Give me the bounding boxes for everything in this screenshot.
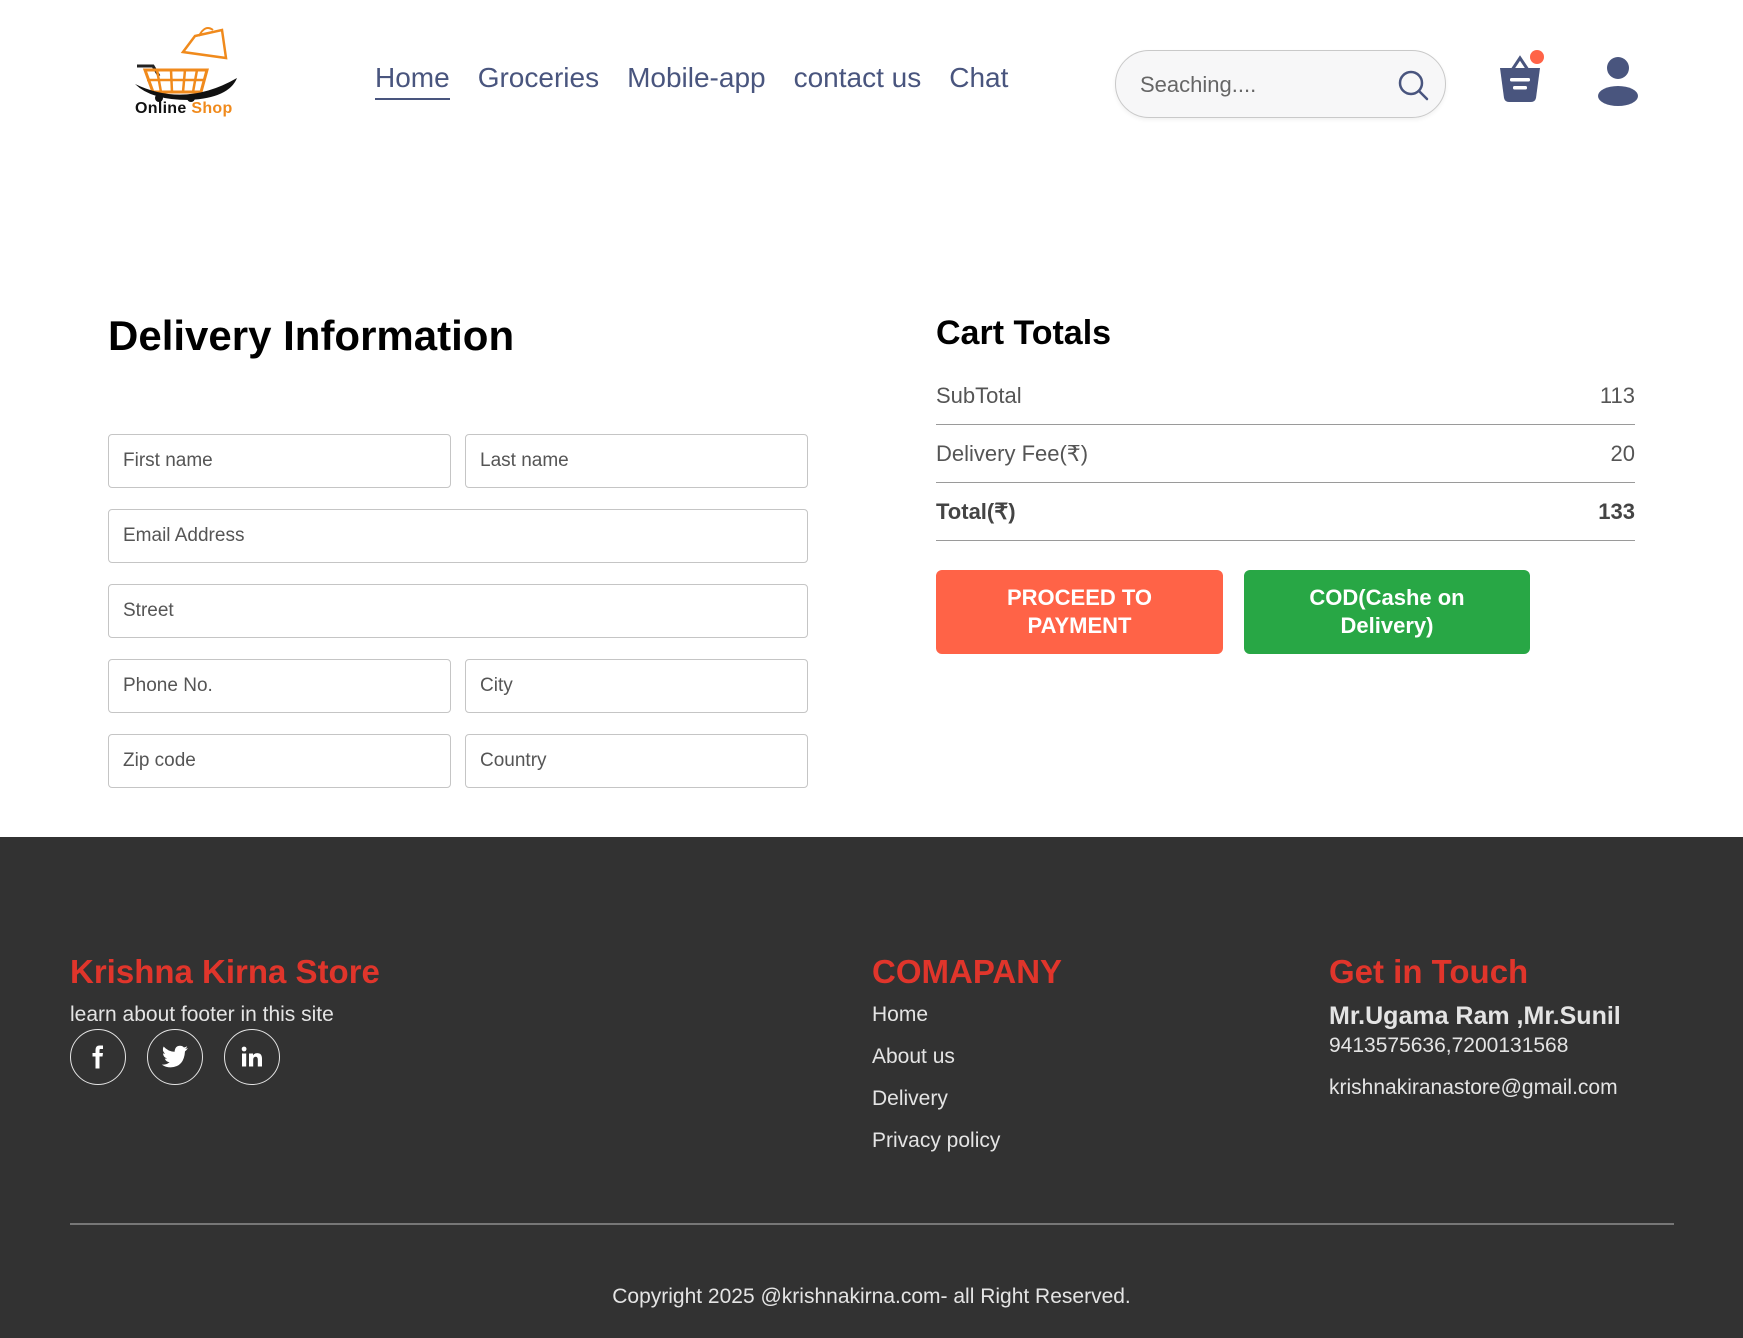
total-row: Total(₹) 133 [936, 492, 1635, 532]
search-input[interactable] [1140, 69, 1380, 101]
contact-title: Get in Touch [1329, 953, 1529, 990]
country-field [465, 734, 808, 788]
subtotal-row: SubTotal 113 [936, 376, 1635, 416]
logo-word-shop: Shop [191, 100, 233, 117]
subtotal-value: 113 [1599, 383, 1635, 408]
copyright-text: Copyright 2025 @krishnakirna.com- all Ri… [612, 1285, 1131, 1308]
store-title: Krishna Kirna Store [70, 953, 380, 990]
first-name-field [108, 434, 451, 488]
cart-divider [936, 540, 1635, 541]
last-name-field [465, 434, 808, 488]
linkedin-icon [241, 1046, 262, 1067]
cart-divider [936, 482, 1635, 483]
first-name-input[interactable] [109, 435, 450, 487]
header: Online Shop Home Groceries Mobile-app co… [0, 0, 1743, 170]
main-nav: Home Groceries Mobile-app contact us Cha… [375, 62, 1008, 100]
company-title: COMAPANY [872, 953, 1063, 990]
email-input[interactable] [109, 510, 807, 562]
twitter-button[interactable] [147, 1029, 203, 1085]
total-label: Total(₹) [936, 499, 1016, 524]
total-value: 133 [1598, 499, 1635, 524]
city-input[interactable] [466, 660, 807, 712]
cart-divider [936, 424, 1635, 425]
footer-divider [70, 1223, 1674, 1225]
twitter-icon [161, 1045, 188, 1068]
footer-link-delivery[interactable]: Delivery [872, 1087, 948, 1111]
footer-link-privacy-policy[interactable]: Privacy policy [872, 1129, 1000, 1153]
delivery-title: Delivery Information [108, 312, 515, 359]
facebook-button[interactable] [70, 1029, 126, 1085]
delivery-fee-value: 20 [1610, 441, 1635, 466]
footer-link-about-us[interactable]: About us [872, 1045, 955, 1069]
footer-link-home[interactable]: Home [872, 1003, 928, 1027]
cash-on-delivery-button[interactable]: COD(Cashe on Delivery) [1244, 570, 1530, 654]
store-tagline: learn about footer in this site [70, 1003, 334, 1026]
facebook-icon [92, 1045, 103, 1069]
zip-field [108, 734, 451, 788]
cart-badge [1530, 50, 1544, 64]
nav-home[interactable]: Home [375, 62, 450, 100]
online-shop-logo[interactable]: Online Shop [125, 22, 265, 122]
phone-input[interactable] [109, 660, 450, 712]
cart-totals-title: Cart Totals [936, 314, 1112, 352]
delivery-fee-label: Delivery Fee(₹) [936, 441, 1089, 466]
contact-phones: 9413575636,7200131568 [1329, 1034, 1569, 1057]
logo-wordmark: Online Shop [135, 100, 233, 118]
contact-names: Mr.Ugama Ram ,Mr.Sunil [1329, 1002, 1621, 1030]
linkedin-button[interactable] [224, 1029, 280, 1085]
proceed-to-payment-button[interactable]: PROCEED TO PAYMENT [936, 570, 1223, 654]
logo-word-online: Online [135, 100, 187, 117]
street-input[interactable] [109, 585, 807, 637]
profile-button[interactable] [1596, 56, 1640, 106]
search-icon[interactable] [1397, 69, 1429, 101]
footer: Krishna Kirna Store learn about footer i… [0, 837, 1743, 1338]
email-field [108, 509, 808, 563]
nav-mobile-app[interactable]: Mobile-app [627, 62, 766, 100]
subtotal-label: SubTotal [936, 383, 1022, 408]
search-bar [1115, 50, 1446, 118]
nav-contact-us[interactable]: contact us [794, 62, 922, 100]
phone-field [108, 659, 451, 713]
nav-groceries[interactable]: Groceries [478, 62, 599, 100]
contact-email[interactable]: krishnakiranastore@gmail.com [1329, 1076, 1618, 1100]
city-field [465, 659, 808, 713]
shopping-cart-logo-icon [135, 27, 237, 102]
street-field [108, 584, 808, 638]
delivery-fee-row: Delivery Fee(₹) 20 [936, 434, 1635, 474]
cart-button[interactable] [1498, 50, 1546, 104]
profile-icon [1598, 57, 1638, 106]
country-input[interactable] [466, 735, 807, 787]
last-name-input[interactable] [466, 435, 807, 487]
nav-chat[interactable]: Chat [949, 62, 1008, 100]
zip-input[interactable] [109, 735, 450, 787]
